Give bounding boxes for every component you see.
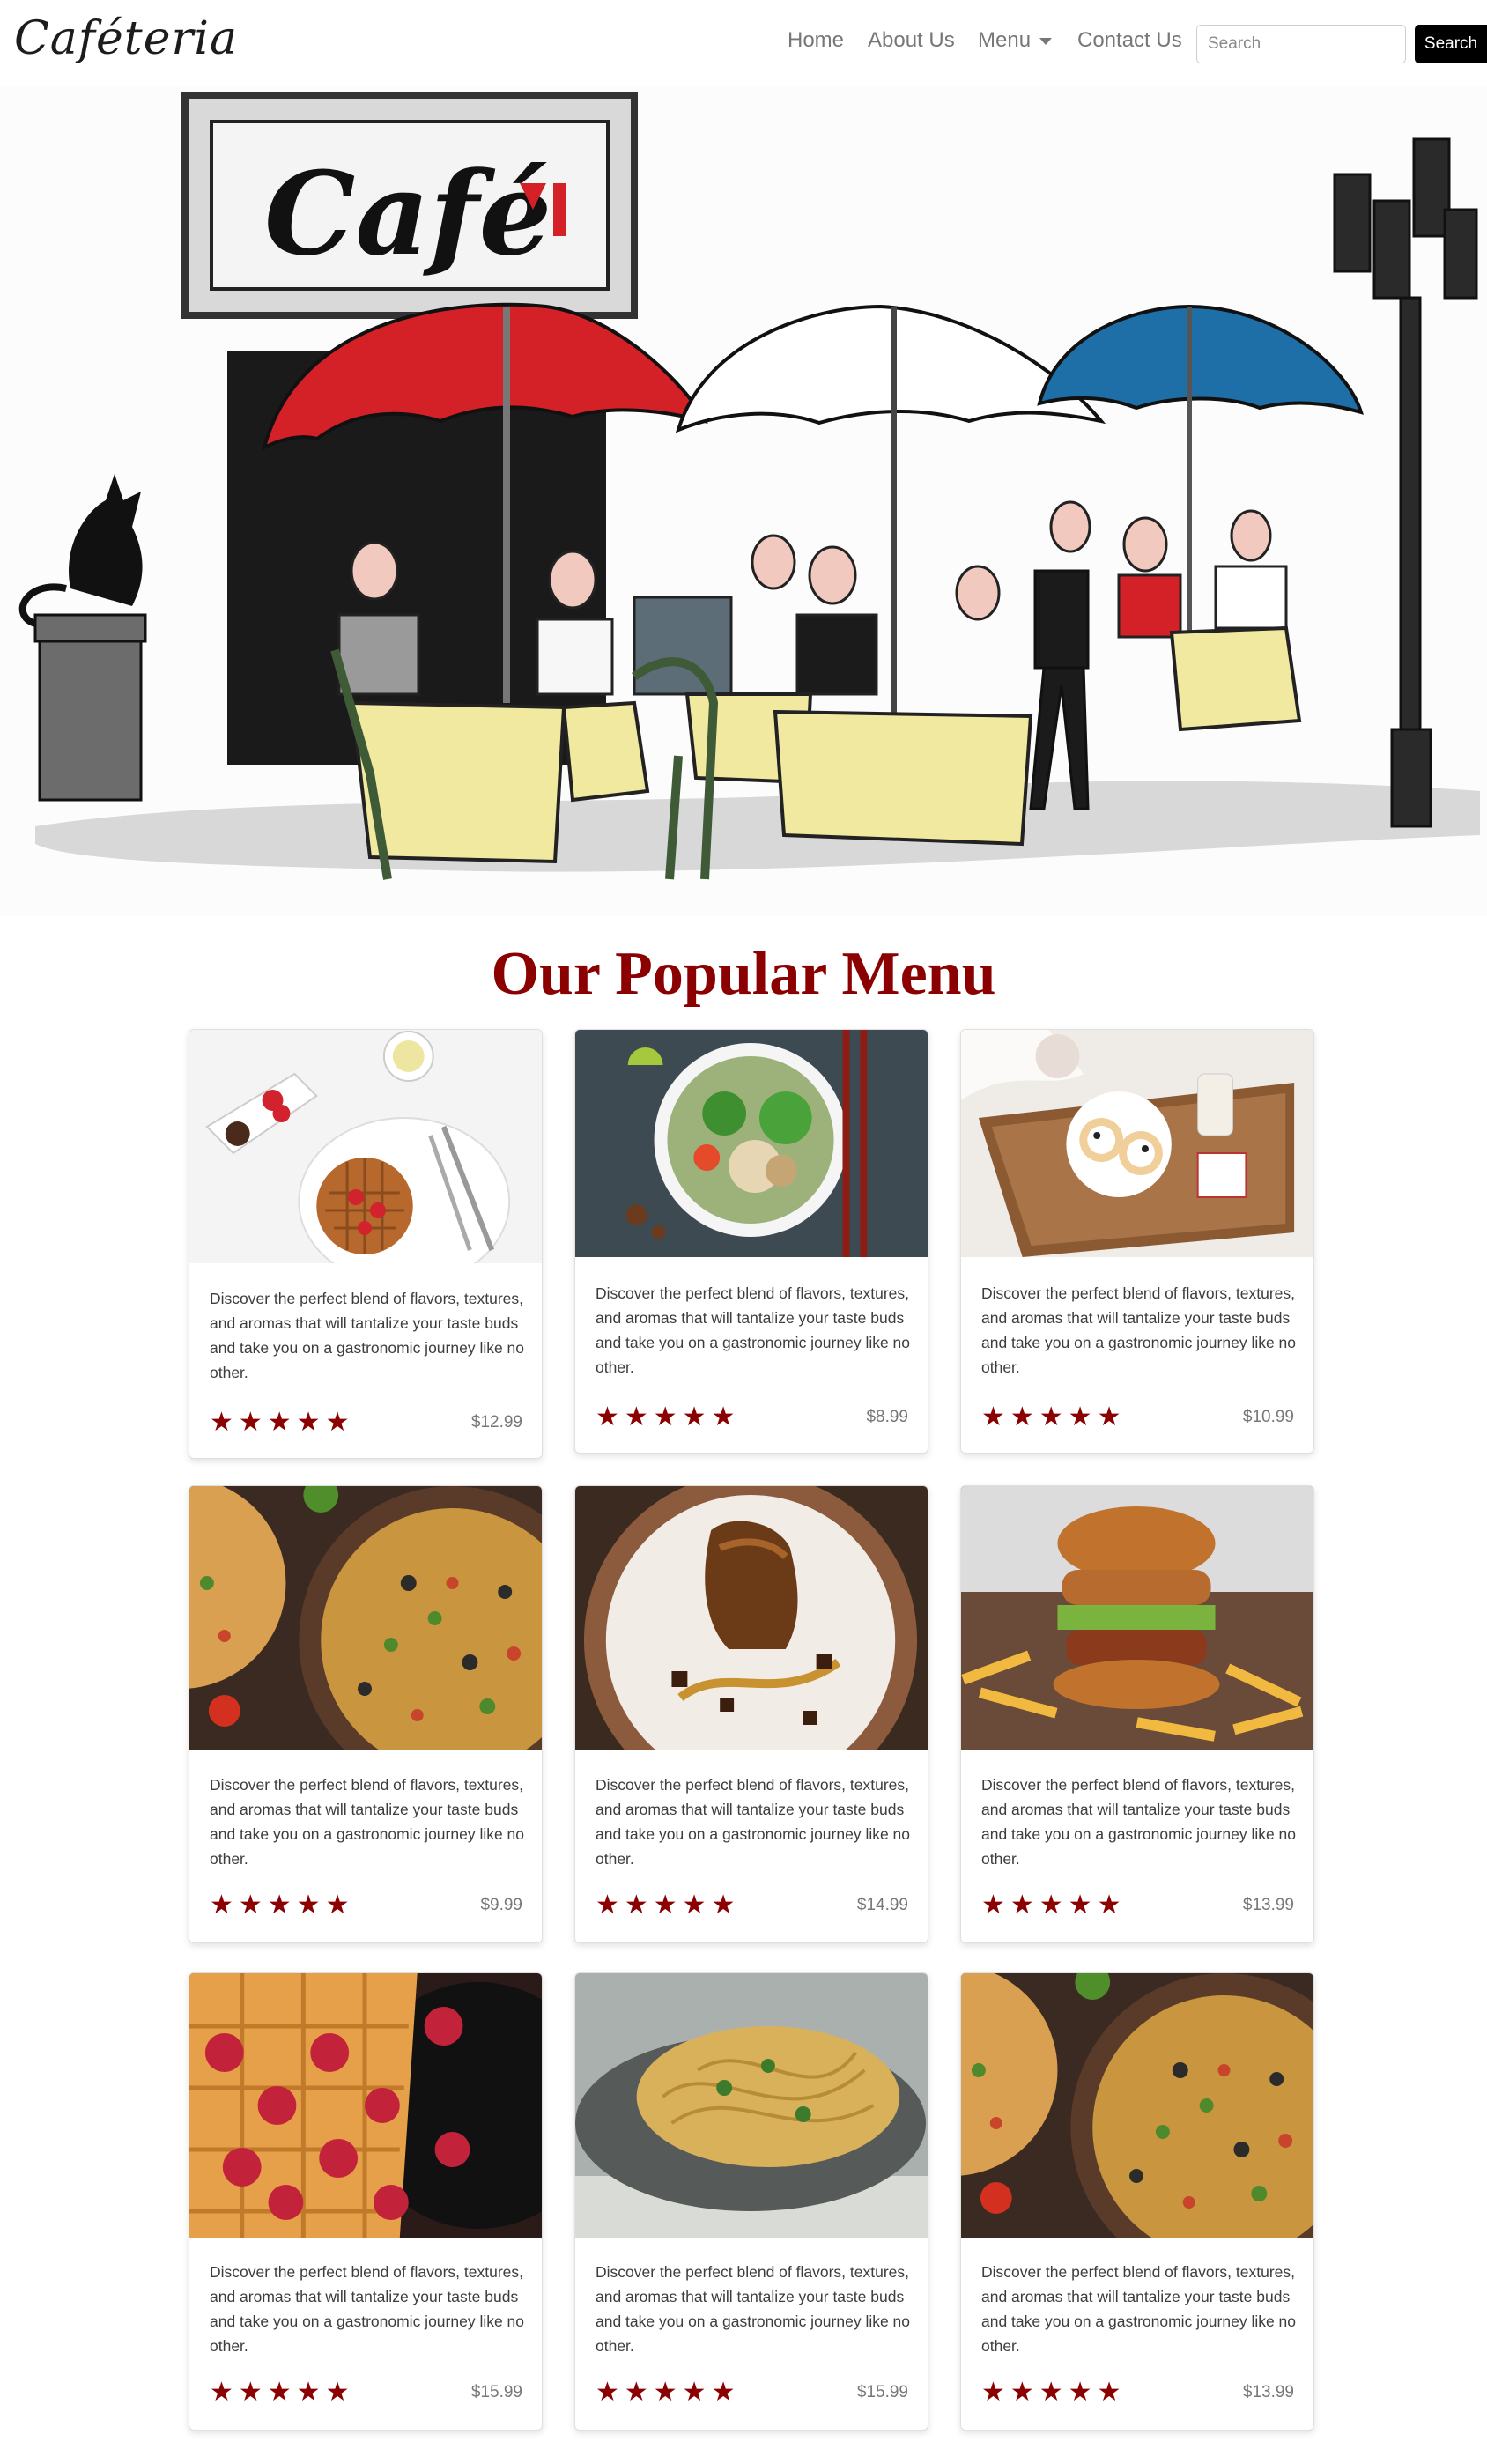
menu-card[interactable]: Discover the perfect blend of flavors, t… <box>960 1485 1314 1943</box>
hero-illustration: Café <box>0 86 1487 916</box>
menu-card-description: Discover the perfect blend of flavors, t… <box>981 2263 1297 2355</box>
nav-link-menu[interactable]: Menu <box>978 28 1053 53</box>
menu-card-description: Discover the perfect blend of flavors, t… <box>210 1290 525 1381</box>
menu-card-price: $13.99 <box>1242 1896 1294 1914</box>
menu-card[interactable]: Discover the perfect blend of flavors, t… <box>189 1972 543 2431</box>
menu-card-description: Discover the perfect blend of flavors, t… <box>981 1776 1297 1868</box>
menu-card-description: Discover the perfect blend of flavors, t… <box>596 2263 911 2355</box>
navbar: Caféteria Home About Us Menu Contact Us … <box>0 0 1487 86</box>
menu-card-description: Discover the perfect blend of flavors, t… <box>596 1284 911 1376</box>
rating-stars: ★★★★★ <box>981 1402 1127 1432</box>
menu-card-price: $10.99 <box>1242 1408 1294 1426</box>
rating-stars: ★★★★★ <box>210 1890 355 1920</box>
chevron-down-icon <box>1039 37 1053 45</box>
menu-card[interactable]: Discover the perfect blend of flavors, t… <box>574 1029 928 1454</box>
menu-card-description: Discover the perfect blend of flavors, t… <box>981 1284 1297 1376</box>
menu-card-price: $9.99 <box>480 1896 522 1914</box>
pizza-image <box>189 1486 542 1750</box>
salad-bowl-image <box>575 1030 928 1257</box>
rating-stars: ★★★★★ <box>981 1890 1127 1920</box>
menu-card-description: Discover the perfect blend of flavors, t… <box>210 1776 525 1868</box>
menu-card-price: $14.99 <box>856 1896 908 1914</box>
menu-card[interactable]: Discover the perfect blend of flavors, t… <box>960 1029 1314 1454</box>
nav-link-contact[interactable]: Contact Us <box>1077 28 1182 53</box>
cookies-tray-image <box>961 1030 1313 1257</box>
page-title: Our Popular Menu <box>491 940 996 1008</box>
menu-card-description: Discover the perfect blend of flavors, t… <box>210 2263 525 2355</box>
spaghetti-image <box>575 1973 928 2238</box>
menu-card[interactable]: Discover the perfect blend of flavors, t… <box>189 1029 543 1459</box>
menu-card-description: Discover the perfect blend of flavors, t… <box>596 1776 911 1868</box>
pizza-image <box>961 1973 1313 2238</box>
menu-card-price: $8.99 <box>866 1408 908 1426</box>
menu-card[interactable]: Discover the perfect blend of flavors, t… <box>574 1972 928 2431</box>
rating-stars: ★★★★★ <box>210 2377 355 2408</box>
waffle-strawberry-plate-image <box>189 1030 542 1263</box>
menu-card[interactable]: Discover the perfect blend of flavors, t… <box>574 1485 928 1943</box>
search-button[interactable]: Search <box>1415 25 1487 63</box>
search-input[interactable] <box>1196 25 1406 63</box>
rating-stars: ★★★★★ <box>596 1890 741 1920</box>
cafe-sign-text: Café <box>264 146 551 281</box>
waffle-raspberries-image <box>189 1973 542 2238</box>
menu-card-price: $13.99 <box>1242 2383 1294 2401</box>
menu-card-price: $15.99 <box>470 2383 522 2401</box>
rating-stars: ★★★★★ <box>596 2377 741 2408</box>
nav-link-menu-label: Menu <box>978 28 1032 52</box>
rating-stars: ★★★★★ <box>981 2377 1127 2408</box>
nav-link-about[interactable]: About Us <box>868 28 955 53</box>
rating-stars: ★★★★★ <box>596 1402 741 1432</box>
menu-card[interactable]: Discover the perfect blend of flavors, t… <box>189 1485 543 1943</box>
rating-stars: ★★★★★ <box>210 1407 355 1438</box>
menu-card-price: $15.99 <box>856 2383 908 2401</box>
chocolate-cake-image <box>575 1486 928 1750</box>
menu-card[interactable]: Discover the perfect blend of flavors, t… <box>960 1972 1314 2431</box>
brand-logo[interactable]: Caféteria <box>14 12 238 65</box>
nav-link-home[interactable]: Home <box>788 28 844 53</box>
burger-fries-image <box>961 1486 1313 1750</box>
menu-card-price: $12.99 <box>470 1413 522 1432</box>
